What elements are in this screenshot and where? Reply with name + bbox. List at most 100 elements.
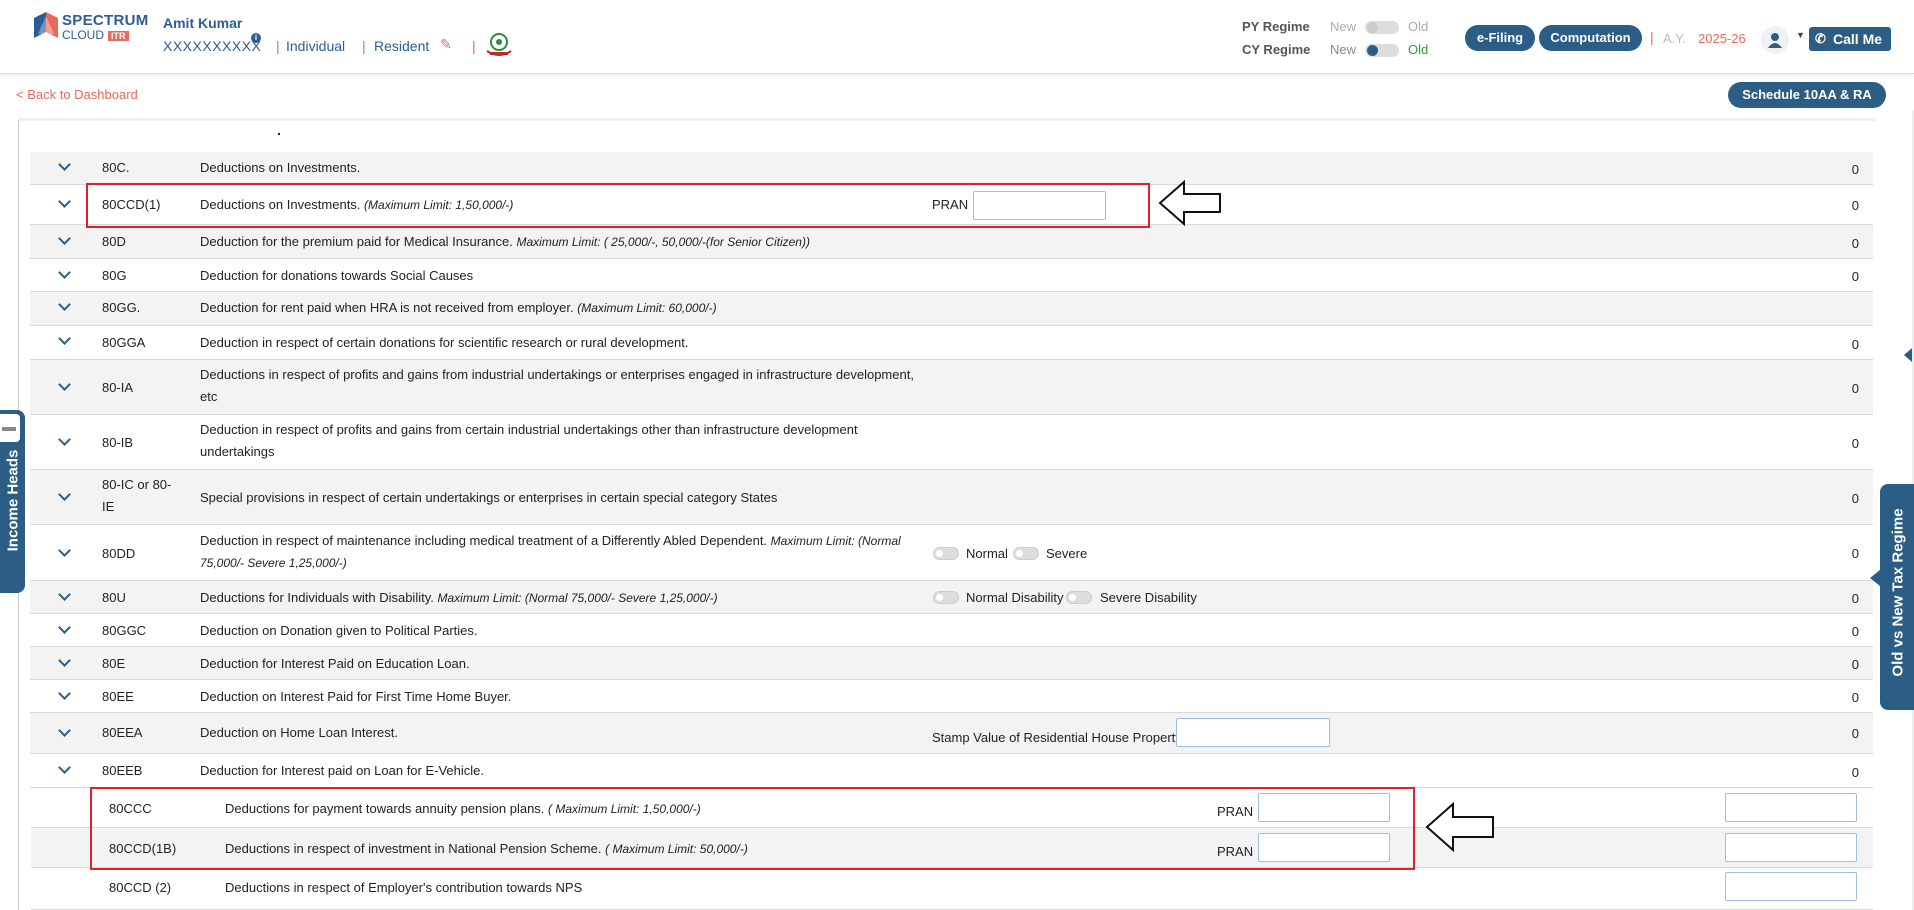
chevron-down-icon[interactable] xyxy=(58,233,72,247)
call-me-label: Call Me xyxy=(1833,31,1883,47)
row-desc: Deduction for Interest Paid on Education… xyxy=(200,656,470,671)
cy-regime-new: New xyxy=(1330,42,1357,57)
py-regime-toggle[interactable] xyxy=(1365,21,1399,34)
table-row[interactable]: 80D Deduction for the premium paid for M… xyxy=(30,225,1873,259)
edit-pencil-icon[interactable]: ✎ xyxy=(440,36,452,53)
row-code: 80EE xyxy=(102,689,134,704)
chevron-down-icon[interactable] xyxy=(58,267,72,281)
chevron-down-icon[interactable] xyxy=(58,655,72,669)
normal-toggle[interactable] xyxy=(933,547,959,560)
row-desc: Deductions on Investments. xyxy=(200,160,361,175)
row-amount: 0 xyxy=(1851,657,1859,672)
back-to-dashboard-link[interactable]: < Back to Dashboard xyxy=(16,87,138,102)
amount-input[interactable] xyxy=(1725,872,1857,901)
table-row[interactable]: 80GGC Deduction on Donation given to Pol… xyxy=(30,614,1873,647)
row-desc: Deduction in respect of profits and gain… xyxy=(200,422,858,459)
stray-dot xyxy=(278,133,280,135)
user-pan: XXXXXXXXXX xyxy=(163,38,262,54)
taxpayer-type: Individual xyxy=(286,38,346,54)
ay-value[interactable]: 2025-26 xyxy=(1698,31,1746,46)
residency-status: Resident xyxy=(374,38,430,54)
stamp-value-input[interactable] xyxy=(1176,718,1330,747)
table-row[interactable]: 80DD Deduction in respect of maintenance… xyxy=(30,525,1873,581)
call-me-button[interactable]: ✆ Call Me xyxy=(1809,27,1891,51)
chevron-down-icon[interactable] xyxy=(58,545,72,559)
header-separator: | xyxy=(472,38,476,54)
amount-input[interactable] xyxy=(1725,793,1857,822)
row-amount: 0 xyxy=(1851,436,1859,451)
old-vs-new-regime-tab[interactable]: Old vs New Tax Regime xyxy=(1880,484,1914,710)
table-row[interactable]: 80EE Deduction on Interest Paid for Firs… xyxy=(30,680,1873,713)
row-amount: 0 xyxy=(1851,546,1859,561)
table-row[interactable]: 80G Deduction for donations towards Soci… xyxy=(30,259,1873,292)
efiling-button[interactable]: e-Filing xyxy=(1465,25,1535,51)
severe-toggle-label: Severe xyxy=(1046,546,1088,561)
row-amount: 0 xyxy=(1851,381,1859,396)
row-amount: 0 xyxy=(1851,624,1859,639)
row-desc: Deduction for Interest paid on Loan for … xyxy=(200,763,485,778)
table-row[interactable]: 80EEB Deduction for Interest paid on Loa… xyxy=(30,754,1873,788)
brand-line2: CLOUD ITR xyxy=(62,28,129,42)
highlight-box xyxy=(86,183,1150,228)
severe-disability-label: Severe Disability xyxy=(1100,590,1197,605)
chevron-down-icon[interactable] xyxy=(58,688,72,702)
chevron-down-icon[interactable] xyxy=(58,196,72,210)
brand-badge: ITR xyxy=(108,31,129,41)
row-desc: Deduction for donations towards Social C… xyxy=(200,268,474,283)
right-tab-arrow-icon xyxy=(1870,570,1880,586)
spectrum-logo[interactable]: SPECTRUM CLOUD ITR xyxy=(34,12,148,42)
table-row[interactable]: 80-IC or 80-IE Special provisions in res… xyxy=(30,470,1873,525)
table-row[interactable]: 80E Deduction for Interest Paid on Educa… xyxy=(30,647,1873,680)
table-row[interactable]: 80C. Deductions on Investments. 0 xyxy=(30,152,1873,185)
brand-cloud: CLOUD xyxy=(62,28,105,42)
normal-disability-toggle[interactable] xyxy=(933,591,959,604)
table-row[interactable]: 80EEA Deduction on Home Loan Interest. S… xyxy=(30,713,1873,754)
user-avatar[interactable] xyxy=(1761,26,1789,54)
old-vs-new-regime-label: Old vs New Tax Regime xyxy=(1889,508,1907,677)
normal-disability-label: Normal Disability xyxy=(966,590,1064,605)
computation-button[interactable]: Computation xyxy=(1539,25,1642,51)
chevron-down-icon[interactable] xyxy=(58,379,72,393)
cy-regime-toggle[interactable] xyxy=(1365,44,1399,57)
ay-label: A.Y. xyxy=(1663,31,1686,46)
table-row[interactable]: 80GG. Deduction for rent paid when HRA i… xyxy=(30,292,1873,326)
chevron-down-icon[interactable] xyxy=(58,725,72,739)
amount-input[interactable] xyxy=(1725,833,1857,862)
table-row[interactable]: 80-IB Deduction in respect of profits an… xyxy=(30,415,1873,470)
row-code: 80E xyxy=(102,656,126,671)
schedule-10aa-button[interactable]: Schedule 10AA & RA xyxy=(1728,82,1886,108)
row-code: 80GG. xyxy=(102,300,141,315)
chevron-down-icon[interactable] xyxy=(58,333,72,347)
row-amount: 0 xyxy=(1851,269,1859,284)
row-amount: 0 xyxy=(1851,690,1859,705)
chevron-down-icon[interactable] xyxy=(58,159,72,173)
severe-toggle[interactable] xyxy=(1013,547,1039,560)
header-separator: | xyxy=(1650,29,1654,45)
menu-handle-icon[interactable] xyxy=(0,412,22,444)
left-arrow-icon xyxy=(1158,180,1221,226)
user-name: Amit Kumar xyxy=(163,15,243,31)
chevron-down-icon[interactable] xyxy=(58,299,72,313)
chevron-down-icon[interactable] xyxy=(58,489,72,503)
chevron-down-icon[interactable] xyxy=(58,589,72,603)
chevron-down-icon[interactable] xyxy=(58,622,72,636)
income-tax-emblem-icon xyxy=(486,33,512,56)
row-desc: Deduction in respect of maintenance incl… xyxy=(200,533,901,570)
stamp-value-label: Stamp Value of Residential House Propert… xyxy=(932,730,1182,745)
row-desc: Deduction on Donation given to Political… xyxy=(200,623,478,638)
row-desc: Deduction for the premium paid for Medic… xyxy=(200,234,810,249)
collapse-arrow-icon[interactable] xyxy=(1904,348,1912,362)
cy-regime-old: Old xyxy=(1408,42,1429,57)
severe-disability-toggle[interactable] xyxy=(1066,591,1092,604)
row-desc: Deduction for rent paid when HRA is not … xyxy=(200,300,717,315)
subrow-desc: Deductions in respect of Employer's cont… xyxy=(225,880,583,895)
info-icon[interactable]: i xyxy=(251,33,261,43)
table-row[interactable]: 80GGA Deduction in respect of certain do… xyxy=(30,326,1873,360)
table-row[interactable]: 80-IA Deductions in respect of profits a… xyxy=(30,360,1873,415)
chevron-down-icon[interactable] xyxy=(58,762,72,776)
row-code: 80D xyxy=(102,234,126,249)
table-row[interactable]: 80U Deductions for Individuals with Disa… xyxy=(30,581,1873,614)
caret-down-icon[interactable]: ▼ xyxy=(1796,30,1805,40)
chevron-down-icon[interactable] xyxy=(58,434,72,448)
row-code: 80DD xyxy=(102,546,136,561)
